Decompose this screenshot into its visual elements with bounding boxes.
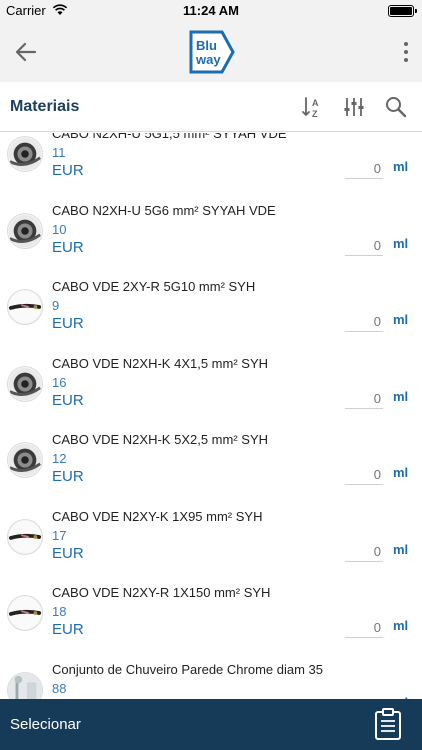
item-amount-input[interactable] <box>345 465 383 485</box>
item-amount-input[interactable] <box>345 388 383 409</box>
item-currency: EUR <box>52 315 84 332</box>
product-thumbnail <box>7 365 43 402</box>
list-item[interactable]: CABO VDE N2XH-K 4X1,5 mm² SYH 16EUR ml <box>0 350 422 427</box>
item-currency: EUR <box>52 544 84 562</box>
search-icon[interactable] <box>384 95 408 119</box>
item-quantity: 11 <box>52 145 66 160</box>
product-thumbnail <box>7 442 43 478</box>
battery-icon <box>388 5 417 17</box>
logo-text-bottom: way <box>195 52 221 67</box>
more-options-icon[interactable] <box>402 38 410 66</box>
item-quantity: 18 <box>52 604 67 619</box>
item-amount-input[interactable] <box>345 235 383 256</box>
item-name: CABO VDE N2XY-R 1X150 mm² SYH <box>52 585 271 600</box>
item-quantity: 17 <box>52 527 67 543</box>
item-currency: EUR <box>52 238 84 256</box>
item-name: CABO N2XH-U 5G6 mm² SYYAH VDE <box>52 202 276 218</box>
item-name: CABO VDE N2XH-K 4X1,5 mm² SYH <box>52 355 268 371</box>
product-thumbnail <box>7 671 43 699</box>
item-unit: ml <box>393 388 409 404</box>
product-thumbnail <box>7 212 43 249</box>
app-bar: Blu way <box>0 22 422 82</box>
item-unit: ml <box>393 465 409 480</box>
item-quantity: 16 <box>52 374 67 390</box>
item-name: CABO VDE N2XY-K 1X95 mm² SYH <box>52 508 263 524</box>
item-amount-input[interactable] <box>345 541 383 562</box>
list-item[interactable]: CABO VDE 2XY-R 5G10 mm² SYH 9 EUR ml <box>0 273 422 350</box>
svg-text:A: A <box>312 98 319 108</box>
item-name: Conjunto de Chuveiro Parede Chrome diam … <box>52 661 323 677</box>
item-currency: EUR <box>52 162 84 179</box>
item-quantity: 88 <box>52 680 67 696</box>
item-unit: ml <box>393 235 409 251</box>
list-item[interactable]: Conjunto de Chuveiro Parede Chrome diam … <box>0 656 422 699</box>
item-unit: ml <box>393 159 409 174</box>
item-name: CABO VDE N2XH-K 5X2,5 mm² SYH <box>52 432 268 447</box>
list-item[interactable]: CABO VDE N2XH-K 5X2,5 mm² SYH 12 EUR ml <box>0 426 422 503</box>
item-amount-input[interactable] <box>345 618 383 638</box>
item-currency: EUR <box>52 468 84 485</box>
item-quantity: 12 <box>52 451 67 466</box>
logo-text-top: Blu <box>196 38 217 53</box>
sort-az-icon[interactable]: A Z <box>300 95 324 119</box>
item-amount-input[interactable] <box>345 159 383 179</box>
clock: 11:24 AM <box>183 3 239 18</box>
item-unit: ml <box>393 618 409 633</box>
item-name: CABO VDE 2XY-R 5G10 mm² SYH <box>52 279 256 294</box>
list-item[interactable]: CABO VDE N2XY-R 1X150 mm² SYH 18 EUR ml <box>0 579 422 656</box>
item-quantity: 9 <box>52 298 60 313</box>
back-arrow-icon[interactable] <box>12 38 40 66</box>
select-button[interactable]: Selecionar <box>10 716 81 733</box>
sliders-icon[interactable] <box>342 95 366 119</box>
item-quantity: 10 <box>52 221 67 237</box>
list-item[interactable]: CABO VDE N2XY-K 1X95 mm² SYH 17EUR ml <box>0 503 422 580</box>
bottom-bar: Selecionar <box>0 699 422 750</box>
list-item[interactable]: CABO N2XH-U 5G1,5 mm² SYYAH VDE 11 EUR ml <box>0 133 422 197</box>
product-thumbnail <box>7 518 43 555</box>
item-currency: EUR <box>52 621 84 638</box>
item-unit: ml <box>393 541 409 557</box>
svg-text:Z: Z <box>312 109 318 119</box>
item-amount-input[interactable] <box>345 312 383 332</box>
page-title: Materiais <box>10 98 80 115</box>
item-currency: EUR <box>52 391 84 409</box>
product-thumbnail <box>7 289 43 325</box>
product-thumbnail <box>7 136 43 172</box>
item-name: CABO N2XH-U 5G1,5 mm² SYYAH VDE <box>52 133 287 141</box>
clipboard-icon[interactable] <box>374 707 402 741</box>
list-item[interactable]: CABO N2XH-U 5G6 mm² SYYAH VDE 10EUR ml <box>0 197 422 274</box>
product-thumbnail <box>7 595 43 631</box>
item-unit: ml <box>393 312 409 327</box>
status-bar: Carrier 11:24 AM <box>0 0 422 22</box>
bluway-logo: Blu way <box>189 30 235 74</box>
materials-list[interactable]: CABO N2XH-U 5G1,5 mm² SYYAH VDE11EURmlCA… <box>0 133 422 699</box>
list-toolbar: Materiais A Z <box>0 82 422 132</box>
